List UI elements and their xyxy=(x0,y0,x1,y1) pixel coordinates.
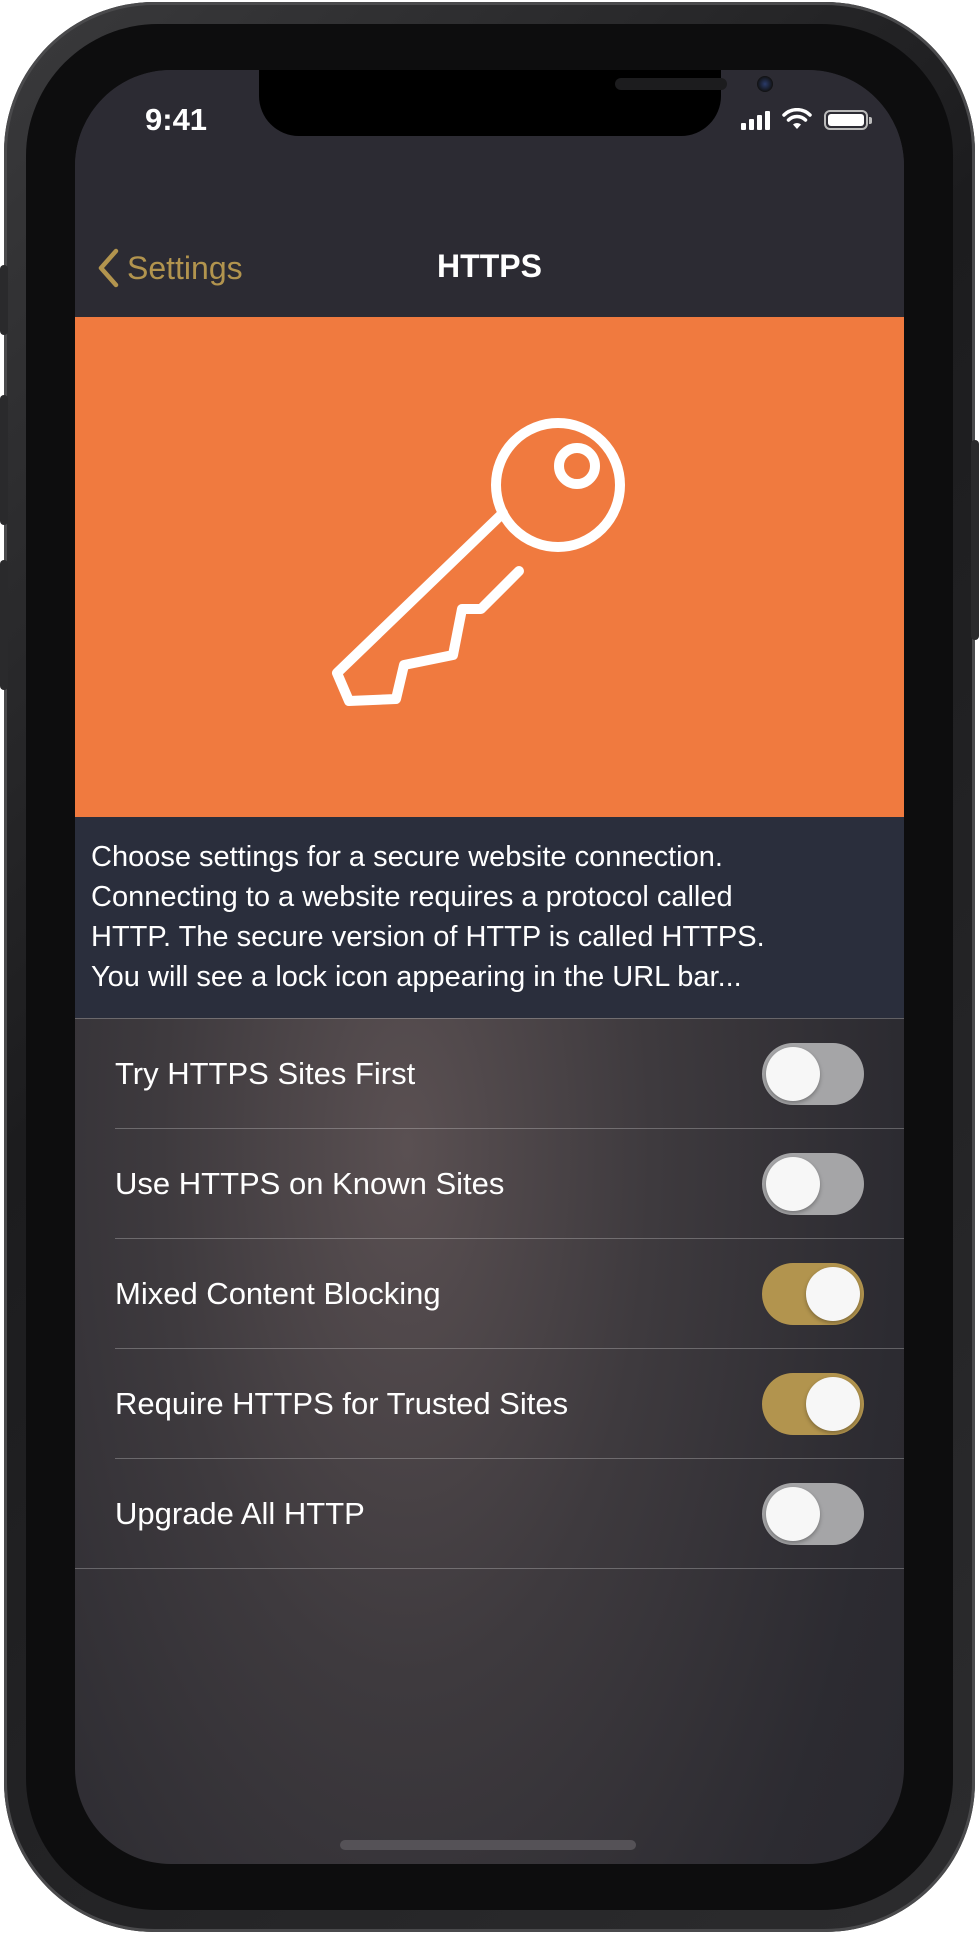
battery-icon xyxy=(824,110,872,130)
key-icon xyxy=(332,418,625,706)
toggle-knob xyxy=(766,1157,820,1211)
status-icons xyxy=(741,108,872,130)
settings-list: Try HTTPS Sites First Use HTTPS on Known… xyxy=(75,1018,904,1569)
hero-banner xyxy=(75,317,904,817)
home-indicator[interactable] xyxy=(340,1840,636,1850)
notch xyxy=(259,70,773,136)
setting-row-try-https-first: Try HTTPS Sites First xyxy=(75,1019,904,1129)
status-time: 9:41 xyxy=(145,102,208,137)
power-button xyxy=(971,440,979,640)
description-line: Choose settings for a secure website con… xyxy=(91,841,723,873)
toggle-try-https-first[interactable] xyxy=(762,1043,864,1105)
setting-row-mixed-content-blocking: Mixed Content Blocking xyxy=(75,1239,904,1349)
screen: 9:41 Settings HTTPS Choose settings for … xyxy=(75,70,904,1864)
navigation-bar: Settings HTTPS xyxy=(75,170,904,317)
toggle-knob xyxy=(806,1377,860,1431)
setting-label: Require HTTPS for Trusted Sites xyxy=(115,1386,569,1421)
description-line: HTTP. The secure version of HTTP is call… xyxy=(91,921,765,953)
cellular-signal-icon xyxy=(741,110,770,130)
setting-label: Use HTTPS on Known Sites xyxy=(115,1166,505,1201)
volume-down-button xyxy=(0,560,8,690)
silent-switch xyxy=(0,265,8,335)
toggle-require-https-trusted[interactable] xyxy=(762,1373,864,1435)
divider xyxy=(75,1568,904,1569)
toggle-knob xyxy=(766,1047,820,1101)
wifi-icon xyxy=(782,108,812,129)
speaker-grille xyxy=(615,78,727,90)
setting-label: Mixed Content Blocking xyxy=(115,1276,441,1311)
setting-label: Upgrade All HTTP xyxy=(115,1496,365,1531)
volume-up-button xyxy=(0,395,8,525)
toggle-https-known-sites[interactable] xyxy=(762,1153,864,1215)
setting-row-https-known-sites: Use HTTPS on Known Sites xyxy=(75,1129,904,1239)
page-title: HTTPS xyxy=(437,248,542,284)
description-line: You will see a lock icon appearing in th… xyxy=(91,961,742,993)
setting-label: Try HTTPS Sites First xyxy=(115,1056,416,1091)
description-line: Connecting to a website requires a proto… xyxy=(91,881,733,913)
setting-row-upgrade-all-http: Upgrade All HTTP xyxy=(75,1459,904,1569)
toggle-upgrade-all-http[interactable] xyxy=(762,1483,864,1545)
front-camera xyxy=(757,76,773,92)
toggle-knob xyxy=(766,1487,820,1541)
toggle-mixed-content-blocking[interactable] xyxy=(762,1263,864,1325)
toggle-knob xyxy=(806,1267,860,1321)
setting-row-require-https-trusted: Require HTTPS for Trusted Sites xyxy=(75,1349,904,1459)
description-text: Choose settings for a secure website con… xyxy=(75,817,904,1018)
